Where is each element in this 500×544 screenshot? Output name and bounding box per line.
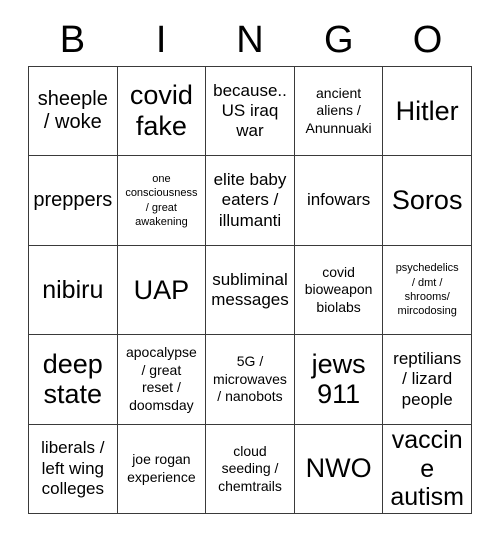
bingo-cell-label: cloud seeding / chemtrails	[218, 442, 282, 494]
bingo-cell[interactable]: Hitler	[383, 67, 472, 157]
bingo-cell-label: subliminal messages	[211, 269, 289, 309]
bingo-cell[interactable]: jews 911	[294, 335, 384, 425]
bingo-cell[interactable]: Soros	[383, 156, 472, 246]
bingo-cell-label: covid fake	[129, 80, 193, 142]
bingo-cell[interactable]: cloud seeding / chemtrails	[206, 424, 295, 514]
bingo-cell[interactable]: covid bioweapon biolabs	[294, 245, 384, 336]
bingo-cell-label: Soros	[391, 185, 463, 216]
bingo-cell-label: 5G / microwaves / nanobots	[213, 353, 287, 405]
bingo-cell-label: infowars	[306, 190, 371, 210]
bingo-cell[interactable]: ancient aliens / Anunnuaki	[294, 67, 384, 157]
bingo-cell[interactable]: psychedelics / dmt / shrooms/ mircodosin…	[383, 245, 472, 336]
bingo-cell-label: Hitler	[395, 95, 459, 126]
bingo-cell-label: deep state	[42, 348, 103, 410]
bingo-cell-label: vaccine autism	[390, 426, 464, 512]
bingo-cell-label: elite baby eaters / illumanti	[213, 170, 287, 230]
bingo-cell-label: jews 911	[311, 348, 366, 410]
bingo-cell[interactable]: joe rogan experience	[117, 424, 207, 514]
bingo-cell-label: reptilians / lizard people	[393, 348, 462, 409]
bingo-cell-label: sheeple / woke	[37, 88, 108, 134]
bingo-cell-label: preppers	[33, 189, 113, 212]
bingo-cell-label: UAP	[133, 274, 190, 305]
bingo-cell[interactable]: vaccine autism	[383, 424, 472, 514]
bingo-cell-label: ancient aliens / Anunnuaki	[305, 84, 372, 136]
bingo-cell[interactable]: liberals / left wing colleges	[29, 424, 118, 514]
bingo-cell-label: because.. US iraq war	[213, 80, 287, 141]
bingo-cell[interactable]: sheeple / woke	[29, 67, 118, 157]
bingo-cell[interactable]: deep state	[29, 335, 118, 425]
bingo-cell[interactable]: subliminal messages	[206, 245, 295, 336]
bingo-header-row: B I N G O	[28, 14, 472, 66]
bingo-cell[interactable]: 5G / microwaves / nanobots	[206, 335, 295, 425]
bingo-cell-label: one consciousness / great awakening	[125, 173, 198, 228]
bingo-cell[interactable]: reptilians / lizard people	[383, 335, 472, 425]
bingo-cell[interactable]: infowars	[294, 156, 384, 246]
header-letter-b: B	[59, 19, 86, 61]
bingo-cell-label: covid bioweapon biolabs	[304, 263, 373, 315]
bingo-cell-label: joe rogan experience	[127, 451, 196, 485]
bingo-cell[interactable]: one consciousness / great awakening	[117, 156, 207, 246]
bingo-cell-label: liberals / left wing colleges	[41, 438, 105, 498]
header-letter-g: G	[324, 19, 354, 61]
bingo-cell-label: NWO	[305, 453, 372, 484]
bingo-grid: sheeple / woke covid fake because.. US ira…	[28, 66, 472, 514]
header-letter-o: O	[412, 19, 443, 61]
bingo-card: B I N G O sheeple / woke covid fake becaus…	[0, 0, 500, 544]
bingo-cell[interactable]: NWO	[294, 424, 384, 514]
bingo-cell-label: psychedelics / dmt / shrooms/ mircodosin…	[395, 262, 459, 318]
bingo-cell[interactable]: because.. US iraq war	[206, 67, 295, 157]
bingo-cell[interactable]: apocalypse / great reset / doomsday	[117, 335, 207, 425]
bingo-cell[interactable]: elite baby eaters / illumanti	[206, 156, 295, 246]
bingo-cell-label: apocalypse / great reset / doomsday	[125, 344, 197, 413]
bingo-cell[interactable]: nibiru	[29, 245, 118, 336]
bingo-cell[interactable]: UAP	[117, 245, 207, 336]
header-letter-i: I	[155, 19, 167, 61]
bingo-cell[interactable]: covid fake	[117, 67, 207, 157]
header-letter-n: N	[236, 19, 264, 61]
bingo-cell[interactable]: preppers	[29, 156, 118, 246]
bingo-cell-label: nibiru	[42, 275, 104, 304]
